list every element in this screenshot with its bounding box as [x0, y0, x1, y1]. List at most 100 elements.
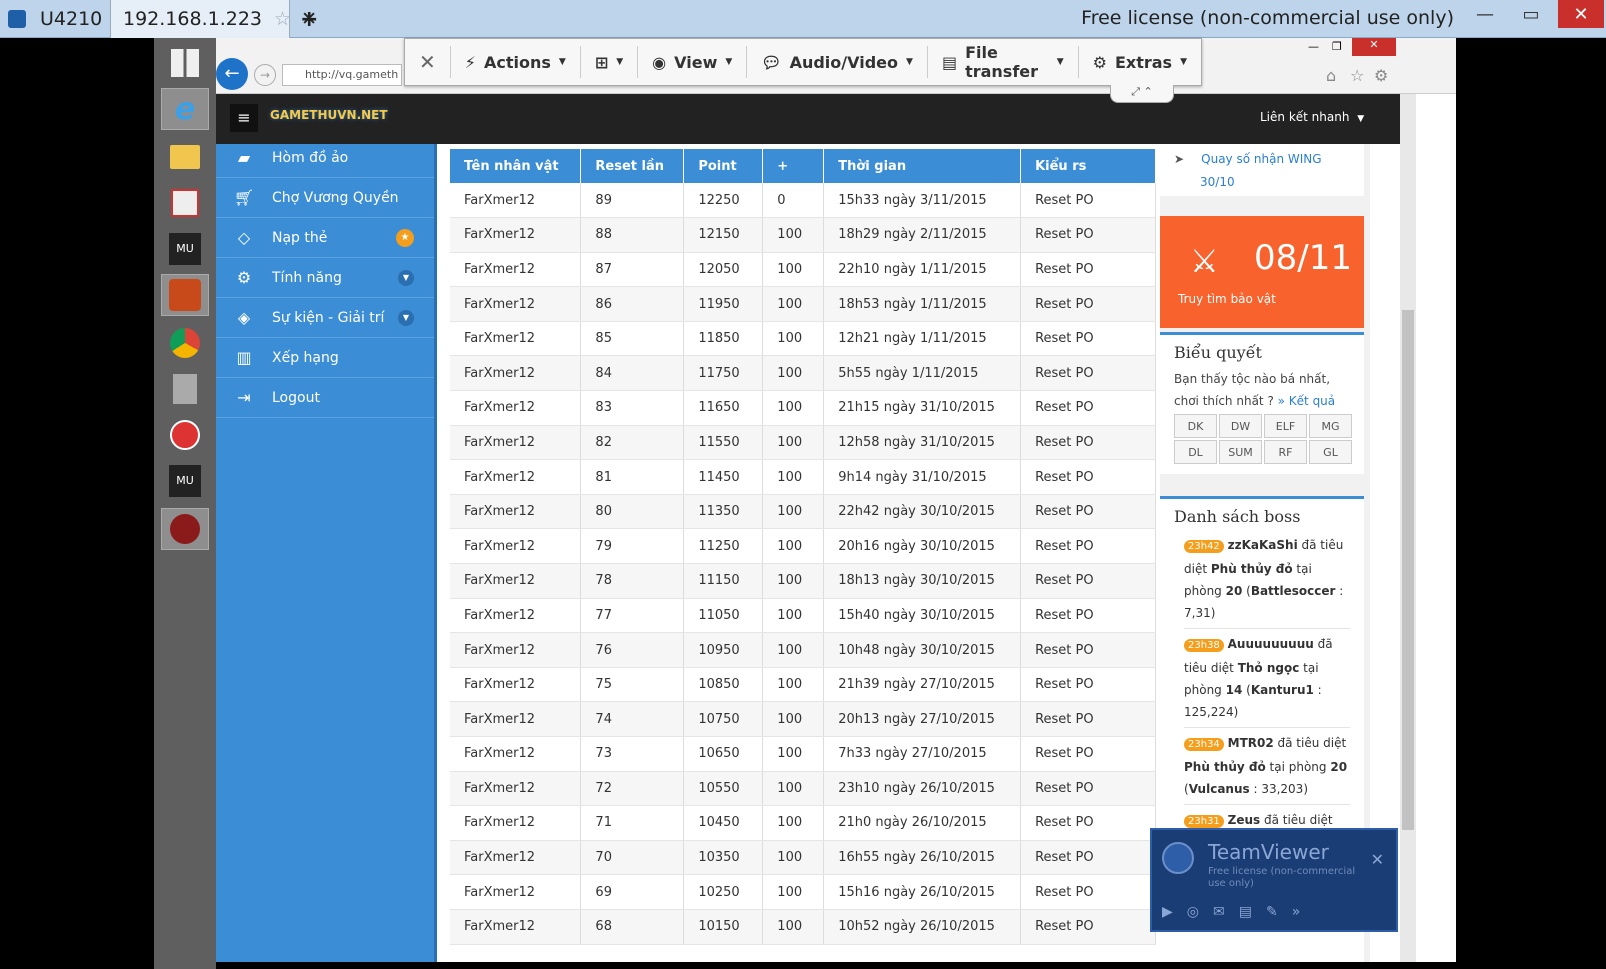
file-icon[interactable]: ▤: [1239, 904, 1252, 920]
quick-links-dropdown[interactable]: Liên kết nhanh ▼: [1260, 110, 1364, 124]
windows-taskbar: e MU MU: [154, 38, 216, 969]
tab-u4210[interactable]: U4210: [8, 0, 108, 38]
app-icon[interactable]: [161, 182, 209, 224]
plane-icon: ➤: [1174, 152, 1185, 166]
poll-option-button[interactable]: RF: [1264, 440, 1307, 464]
table-cell: 11950: [683, 286, 764, 322]
ie-icon[interactable]: e: [161, 88, 209, 130]
table-row: FarXmer12 69 10250 100 15h16 ngày 26/10/2015…: [450, 874, 1156, 910]
cursor-app-icon[interactable]: [161, 414, 209, 456]
hamburger-icon[interactable]: ≡: [230, 104, 258, 132]
chat-icon[interactable]: ✉: [1213, 904, 1225, 920]
table-cell: Reset PO: [1020, 632, 1156, 668]
close-window-button[interactable]: ✕: [1558, 0, 1604, 28]
poll-option-button[interactable]: DK: [1174, 414, 1217, 438]
scroll-thumb[interactable]: [1402, 310, 1414, 830]
chrome-icon[interactable]: [161, 322, 209, 364]
close-icon[interactable]: ✕: [1371, 850, 1384, 869]
restore-browser-icon[interactable]: ❐: [1332, 40, 1342, 53]
table-cell: 87: [580, 252, 685, 288]
actions-menu[interactable]: ⚡ Actions ▼: [451, 46, 581, 78]
extras-menu[interactable]: ⚙ Extras ▼: [1079, 46, 1201, 78]
close-session-button[interactable]: ✕: [405, 46, 451, 78]
table-cell: 72: [580, 771, 685, 807]
address-bar[interactable]: http://vq.gameth: [282, 64, 402, 86]
sidebar-item-logout[interactable]: ⇥ Logout: [216, 378, 434, 418]
column-header: Tên nhân vật: [450, 149, 582, 183]
poll-option-button[interactable]: SUM: [1219, 440, 1262, 464]
sidebar-item-market[interactable]: 🛒︎ Chợ Vương Quyền: [216, 178, 434, 218]
table-cell: FarXmer12: [450, 632, 582, 668]
sidebar-item-features[interactable]: ⚙ Tính năng ▼: [216, 258, 434, 298]
settings-icon[interactable]: ⚙: [1374, 66, 1388, 85]
treasure-hunter-icon: ⚔: [1190, 242, 1219, 280]
table-cell: 100: [762, 494, 825, 530]
minimize-button[interactable]: —: [1462, 0, 1508, 28]
wing-link-date[interactable]: 30/10: [1200, 175, 1364, 189]
sidebar-item-ranking[interactable]: ▥ Xếp hạng: [216, 338, 434, 378]
headset-icon[interactable]: ◎: [1187, 904, 1199, 920]
minimize-browser-icon[interactable]: —: [1308, 40, 1319, 53]
site-logo[interactable]: GAMETHUVN.NET: [270, 108, 388, 122]
table-cell: Reset PO: [1020, 321, 1156, 357]
table-cell: Reset PO: [1020, 840, 1156, 876]
table-cell: 10h52 ngày 26/10/2015: [823, 909, 1022, 945]
mu-game-icon[interactable]: MU: [161, 228, 209, 270]
poll-result-link[interactable]: » Kết quả: [1278, 394, 1336, 408]
file-transfer-menu[interactable]: ▤ File transfer ▼: [928, 43, 1079, 81]
video-icon[interactable]: ▶: [1162, 904, 1173, 920]
back-button[interactable]: ←: [216, 58, 248, 90]
folder-icon[interactable]: [161, 136, 209, 178]
expand-icon[interactable]: »: [1292, 904, 1301, 920]
poll-option-button[interactable]: DW: [1219, 414, 1262, 438]
logout-icon: ⇥: [237, 388, 251, 407]
table-cell: 100: [762, 425, 825, 461]
audio-video-menu[interactable]: 💬︎ Audio/Video ▼: [747, 46, 928, 78]
server-icon[interactable]: [161, 368, 209, 410]
boss-coords: 125,224: [1184, 705, 1234, 719]
game-launcher-icon[interactable]: [161, 274, 209, 316]
maximize-button[interactable]: ▭: [1508, 0, 1554, 28]
poll-question-wrap: Bạn thấy tộc nào bá nhất, chơi thích nhấ…: [1174, 368, 1350, 412]
table-cell: 11750: [683, 355, 764, 392]
table-cell: 12050: [683, 252, 764, 288]
tools-icon[interactable]: ✎: [1266, 904, 1278, 920]
sidebar-item-inventory[interactable]: ▰ Hòm đồ ảo: [216, 138, 434, 178]
treasure-hunt-banner[interactable]: ⚔ 08/11 Truy tìm bảo vật: [1160, 216, 1364, 328]
poll-option-button[interactable]: ELF: [1264, 414, 1307, 438]
close-browser-button[interactable]: ✕: [1352, 38, 1396, 56]
poll-box: Biểu quyết Bạn thấy tộc nào bá nhất, chơ…: [1160, 332, 1364, 474]
boss-time-badge: 23h42: [1184, 540, 1224, 553]
view-menu[interactable]: ◉ View ▼: [638, 46, 748, 78]
boss-list-item: 23h34 MTR02 đã tiêu diệt Phù thủy đỏ tại…: [1184, 728, 1350, 805]
page-scrollbar[interactable]: [1400, 94, 1416, 962]
star-icon[interactable]: ☆: [274, 8, 291, 30]
table-cell: Reset PO: [1020, 286, 1156, 322]
treasure-date: 08/11: [1254, 238, 1352, 278]
windows-start-icon[interactable]: [161, 42, 209, 84]
table-cell: FarXmer12: [450, 909, 582, 945]
forward-button[interactable]: →: [254, 64, 276, 86]
table-cell: 21h39 ngày 27/10/2015: [823, 667, 1022, 703]
new-tab-button[interactable]: +: [300, 0, 330, 38]
sidebar-item-label: Logout: [272, 389, 320, 406]
table-cell: 100: [762, 701, 825, 737]
sidebar-item-events[interactable]: ◈ Sự kiện - Giải trí ▼: [216, 298, 434, 338]
mu-game-icon-2[interactable]: MU: [161, 460, 209, 502]
wing-link[interactable]: Quay số nhận WING: [1201, 152, 1321, 166]
windows-menu[interactable]: ⊞ ▼: [581, 46, 639, 78]
table-row: FarXmer12 80 11350 100 22h42 ngày 30/10/2015…: [450, 494, 1156, 530]
favorites-icon[interactable]: ☆: [1350, 66, 1364, 85]
sidebar-item-topup[interactable]: ◇ Nạp thẻ ★: [216, 218, 434, 258]
poll-option-button[interactable]: GL: [1309, 440, 1352, 464]
teamviewer-title-bar: U4210 192.168.1.223 ☆ ✕ + Free license (…: [0, 0, 1606, 38]
table-cell: 12250: [683, 183, 764, 219]
tab-remote-session[interactable]: 192.168.1.223 ☆ ✕: [110, 0, 317, 38]
home-icon[interactable]: ⌂: [1326, 66, 1336, 85]
poll-option-button[interactable]: MG: [1309, 414, 1352, 438]
toolbar-collapse-tab[interactable]: ⤢ ⌃: [1110, 85, 1174, 103]
sidebar-item-label: Xếp hạng: [272, 349, 339, 366]
mu-red-icon[interactable]: [161, 508, 209, 550]
poll-option-button[interactable]: DL: [1174, 440, 1217, 464]
table-cell: Reset PO: [1020, 771, 1156, 807]
